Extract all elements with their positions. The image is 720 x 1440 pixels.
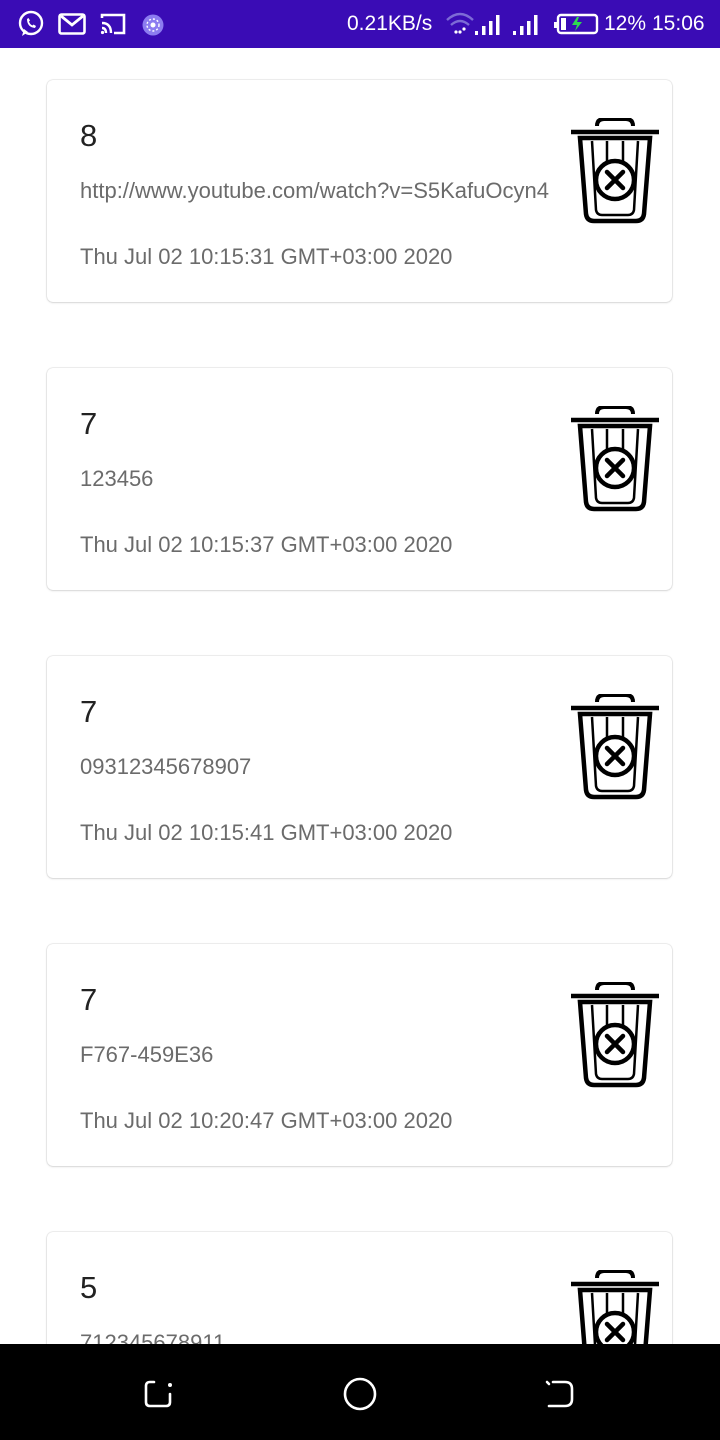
item-content: http://www.youtube.com/watch?v=S5KafuOcy… bbox=[80, 178, 549, 203]
network-speed: 0.21KB/s bbox=[347, 12, 433, 35]
clock: 15:06 bbox=[652, 12, 705, 35]
recent-apps-icon bbox=[144, 1380, 172, 1408]
home-icon bbox=[343, 1377, 377, 1411]
trash-delete-icon bbox=[571, 406, 659, 512]
battery-icon bbox=[553, 13, 599, 40]
item-content: 123456 bbox=[80, 466, 154, 491]
wifi-icon bbox=[445, 11, 475, 40]
back-button[interactable] bbox=[541, 1376, 577, 1412]
history-list[interactable]: 8 http://www.youtube.com/watch?v=S5KafuO… bbox=[0, 48, 720, 1344]
status-bar: 0.21KB/s 12% 15:06 bbox=[0, 0, 720, 48]
app-icon bbox=[141, 13, 165, 42]
item-date: Thu Jul 02 10:15:31 GMT+03:00 2020 bbox=[80, 244, 453, 269]
delete-button[interactable] bbox=[569, 406, 661, 512]
whatsapp-icon bbox=[17, 10, 45, 43]
item-content: 712345678911 bbox=[80, 1330, 226, 1344]
trash-delete-icon bbox=[571, 1270, 659, 1344]
home-button[interactable] bbox=[342, 1376, 378, 1412]
signal-icon-2 bbox=[512, 12, 544, 41]
item-title: 7 bbox=[80, 406, 98, 441]
trash-delete-icon bbox=[571, 694, 659, 800]
delete-button[interactable] bbox=[569, 118, 661, 224]
history-item[interactable]: 5 712345678911 bbox=[47, 1232, 672, 1344]
history-item[interactable]: 7 F767-459E36 Thu Jul 02 10:20:47 GMT+03… bbox=[47, 944, 672, 1166]
item-title: 7 bbox=[80, 694, 98, 729]
delete-button[interactable] bbox=[569, 694, 661, 800]
trash-delete-icon bbox=[571, 982, 659, 1088]
history-item[interactable]: 7 123456 Thu Jul 02 10:15:37 GMT+03:00 2… bbox=[47, 368, 672, 590]
history-item[interactable]: 8 http://www.youtube.com/watch?v=S5KafuO… bbox=[47, 80, 672, 302]
item-title: 5 bbox=[80, 1270, 98, 1305]
item-date: Thu Jul 02 10:15:37 GMT+03:00 2020 bbox=[80, 532, 453, 557]
delete-button[interactable] bbox=[569, 982, 661, 1088]
history-item[interactable]: 7 09312345678907 Thu Jul 02 10:15:41 GMT… bbox=[47, 656, 672, 878]
navigation-bar bbox=[0, 1344, 720, 1440]
item-content: 09312345678907 bbox=[80, 754, 252, 779]
battery-percent: 12% bbox=[604, 12, 647, 35]
back-icon bbox=[545, 1380, 574, 1408]
item-content: F767-459E36 bbox=[80, 1042, 214, 1067]
item-date: Thu Jul 02 10:15:41 GMT+03:00 2020 bbox=[80, 820, 453, 845]
signal-icon bbox=[474, 12, 506, 41]
recent-apps-button[interactable] bbox=[142, 1376, 178, 1412]
item-date: Thu Jul 02 10:20:47 GMT+03:00 2020 bbox=[80, 1108, 453, 1133]
item-title: 7 bbox=[80, 982, 98, 1017]
gmail-icon bbox=[58, 13, 86, 40]
item-title: 8 bbox=[80, 118, 98, 153]
trash-delete-icon bbox=[571, 118, 659, 224]
cast-icon bbox=[100, 12, 126, 41]
delete-button[interactable] bbox=[569, 1270, 661, 1344]
